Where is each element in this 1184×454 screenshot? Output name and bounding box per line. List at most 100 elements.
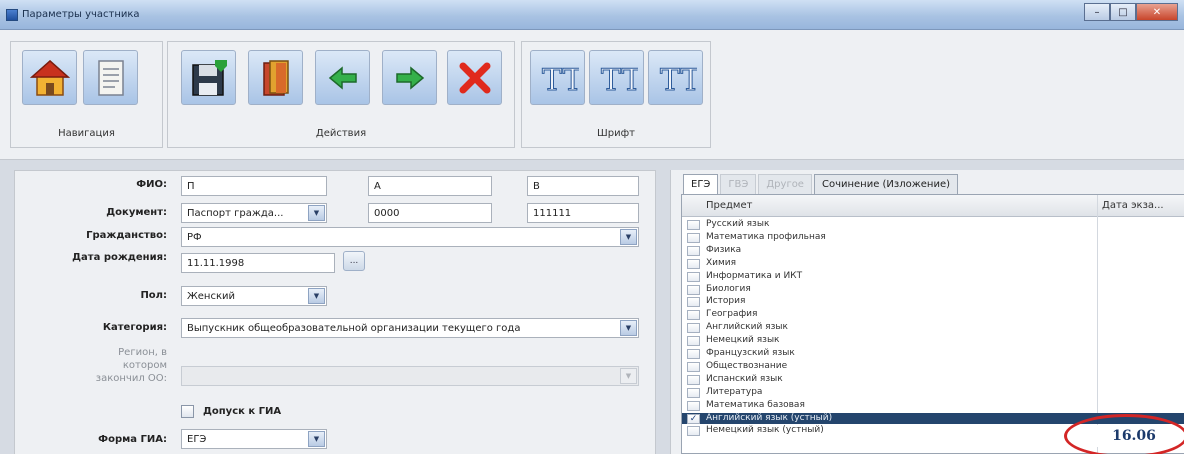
row-checkbox[interactable]: [687, 387, 700, 398]
region-label-line3: закончил ОО:: [95, 373, 167, 384]
document-number-input[interactable]: 111111: [527, 203, 639, 223]
table-row[interactable]: Биология: [682, 284, 1184, 295]
arrow-right-icon: [395, 65, 424, 90]
home-button[interactable]: [22, 50, 77, 105]
exam-tabs: ЕГЭ ГВЭ Другое Сочинение (Изложение): [683, 174, 960, 194]
column-exam-date[interactable]: Дата экза...: [1102, 200, 1164, 211]
row-checkbox[interactable]: [687, 336, 700, 347]
subject-name: Английский язык (устный): [706, 412, 833, 423]
gender-value: Женский: [187, 291, 235, 302]
citizenship-label: Гражданство:: [86, 230, 167, 241]
app-icon: [6, 9, 18, 21]
row-checkbox[interactable]: [687, 374, 700, 385]
font-group: TT TT TT Шрифт: [521, 41, 711, 148]
chevron-down-icon: ▼: [308, 288, 325, 304]
book-button[interactable]: [248, 50, 303, 105]
gia-form-select[interactable]: ЕГЭ ▼: [181, 429, 327, 449]
maximize-button[interactable]: □: [1110, 3, 1136, 21]
tab-essay[interactable]: Сочинение (Изложение): [813, 174, 958, 194]
region-label-line1: Регион, в: [118, 347, 167, 358]
document-button[interactable]: [83, 50, 138, 105]
minimize-button[interactable]: –: [1084, 3, 1110, 21]
title-bar: Параметры участника – □ ✕: [0, 0, 1184, 30]
birth-date-picker-button[interactable]: ...: [343, 251, 365, 271]
chevron-down-icon: ▼: [620, 320, 637, 336]
table-row[interactable]: Обществознание: [682, 361, 1184, 372]
font-group-label: Шрифт: [597, 128, 635, 139]
table-row[interactable]: Немецкий язык: [682, 335, 1184, 347]
row-checkbox[interactable]: [687, 232, 700, 243]
row-checkbox[interactable]: [687, 284, 700, 295]
table-row[interactable]: История: [682, 296, 1184, 308]
row-checkbox[interactable]: [687, 297, 700, 308]
table-row[interactable]: Литература: [682, 387, 1184, 398]
admission-checkbox[interactable]: [181, 405, 194, 418]
citizenship-select[interactable]: РФ ▼: [181, 227, 639, 247]
subject-name: История: [706, 296, 746, 307]
column-subject[interactable]: Предмет: [706, 200, 752, 211]
row-checkbox[interactable]: [687, 361, 700, 372]
table-row[interactable]: Русский язык: [682, 219, 1184, 230]
document-type-select[interactable]: Паспорт гражда... ▼: [181, 203, 327, 223]
row-checkbox[interactable]: [687, 400, 700, 411]
table-row[interactable]: Французский язык: [682, 348, 1184, 359]
actions-group-label: Действия: [315, 128, 367, 139]
row-checkbox[interactable]: [687, 349, 700, 359]
subject-name: Информатика и ИКТ: [706, 270, 803, 281]
chevron-down-icon: ▼: [308, 431, 325, 447]
forward-button[interactable]: [382, 50, 437, 105]
document-series-input[interactable]: 0000: [368, 203, 492, 223]
table-row[interactable]: Физика: [682, 245, 1184, 256]
citizenship-value: РФ: [187, 232, 202, 243]
table-row[interactable]: Математика базовая: [682, 400, 1184, 411]
navigation-group: Навигация: [10, 41, 163, 148]
font-medium-glyph: TT: [601, 63, 638, 98]
row-checkbox[interactable]: [687, 271, 700, 282]
back-button[interactable]: [315, 50, 370, 105]
subject-name: Немецкий язык: [706, 335, 780, 346]
save-button[interactable]: [181, 50, 236, 105]
row-checkbox[interactable]: [687, 245, 700, 256]
tab-ege[interactable]: ЕГЭ: [683, 174, 719, 194]
subject-name: Немецкий язык (устный): [706, 425, 824, 436]
category-label: Категория:: [102, 322, 167, 333]
close-window-button[interactable]: ✕: [1136, 3, 1178, 21]
subject-name: Биология: [706, 283, 751, 294]
subject-name: Английский язык: [706, 322, 788, 333]
table-row[interactable]: Информатика и ИКТ: [682, 271, 1184, 282]
window-title: Параметры участника: [22, 9, 140, 20]
table-row[interactable]: Английский язык: [682, 322, 1184, 334]
table-row[interactable]: География: [682, 309, 1184, 321]
font-small-button[interactable]: TT: [530, 50, 585, 105]
category-select[interactable]: Выпускник общеобразовательной организаци…: [181, 318, 639, 338]
row-checkbox[interactable]: [687, 323, 700, 334]
navigation-group-label: Навигация: [58, 128, 115, 139]
first-name-input[interactable]: А: [368, 176, 492, 196]
arrow-left-icon: [328, 65, 357, 90]
row-checkbox[interactable]: [687, 426, 700, 437]
font-small-icon: TT: [541, 62, 579, 98]
row-checkbox[interactable]: [687, 258, 700, 269]
delete-button[interactable]: [447, 50, 502, 105]
home-icon: [29, 59, 70, 96]
table-row[interactable]: Испанский язык: [682, 374, 1184, 385]
font-medium-button[interactable]: TT: [589, 50, 644, 105]
table-row[interactable]: Математика профильная: [682, 232, 1184, 243]
middle-name-input[interactable]: В: [527, 176, 639, 196]
table-row[interactable]: Химия: [682, 258, 1184, 269]
table-header: Предмет Дата экза...: [682, 195, 1184, 217]
close-icon: [459, 62, 490, 93]
subject-name: Химия: [706, 257, 737, 268]
font-large-button[interactable]: TT: [648, 50, 703, 105]
window-controls: – □ ✕: [1084, 3, 1178, 21]
region-select: ▼: [181, 366, 639, 386]
row-checkbox[interactable]: [687, 310, 700, 321]
chevron-down-icon: ▼: [620, 229, 637, 245]
last-name-input[interactable]: П: [181, 176, 327, 196]
row-checkbox[interactable]: ✓: [687, 413, 700, 424]
tab-gve: ГВЭ: [720, 174, 757, 194]
row-checkbox[interactable]: [687, 220, 700, 230]
birth-date-input[interactable]: 11.11.1998: [181, 253, 335, 273]
document-type-value: Паспорт гражда...: [187, 208, 284, 219]
gender-select[interactable]: Женский ▼: [181, 286, 327, 306]
